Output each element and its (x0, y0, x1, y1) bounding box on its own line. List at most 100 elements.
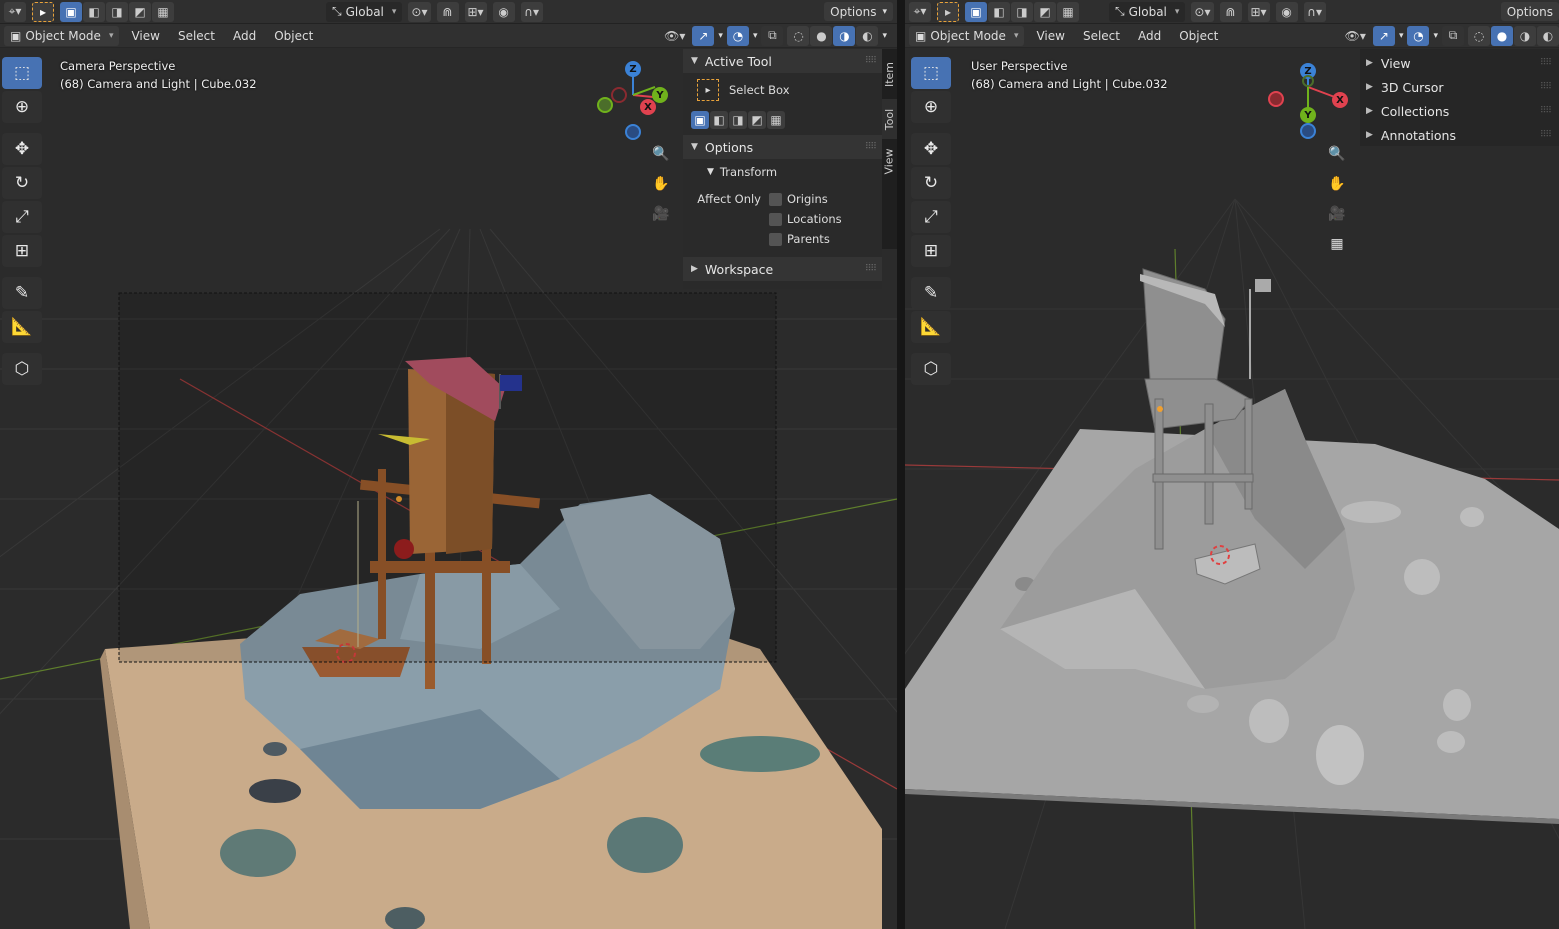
active-tool-panel-header[interactable]: ▼ Active Tool ⠿⠿ (683, 49, 882, 73)
checkbox-box[interactable] (769, 192, 782, 206)
gizmo-toggle-icon[interactable]: ↗ (692, 25, 715, 46)
gizmo-y-icon[interactable]: Y (1300, 107, 1316, 123)
gizmo-x-icon[interactable]: X (1332, 92, 1348, 108)
transform-icon[interactable]: ⊞ (911, 235, 951, 267)
mode-dropdown[interactable]: ▣ Object Mode ▾ (4, 25, 120, 46)
rotate-icon[interactable]: ↻ (2, 167, 42, 199)
checkbox-box[interactable] (769, 212, 782, 226)
snap-target-icon[interactable]: ⊞▾ (1247, 1, 1270, 22)
drag-grip-icon[interactable]: ⠿⠿ (865, 56, 877, 66)
drag-grip-icon[interactable]: ⠿⠿ (1540, 58, 1552, 68)
right-viewport-canvas[interactable]: User Perspective (68) Camera and Light |… (905, 49, 1559, 929)
menu-view[interactable]: View (125, 29, 165, 43)
snap-icon[interactable]: ⋒ (1219, 1, 1242, 22)
gizmo-neg-y-icon[interactable] (1302, 75, 1314, 87)
options-dropdown[interactable]: Options ▾ (824, 2, 893, 21)
zoom-icon[interactable]: 🔍 (1324, 141, 1350, 167)
origins-checkbox[interactable]: Origins (769, 189, 842, 209)
navigation-gizmo[interactable]: Z X Y (595, 59, 675, 140)
snap-target-icon[interactable]: ⊞▾ (464, 1, 487, 22)
rotate-icon[interactable]: ↻ (911, 167, 951, 199)
cursor-icon[interactable]: ⊕ (911, 91, 951, 123)
material-shading-icon[interactable]: ◑ (1514, 25, 1536, 46)
xray-toggle-icon[interactable]: ⧉ (1442, 25, 1464, 46)
drag-grip-icon[interactable]: ⠿⠿ (865, 264, 877, 274)
transform-orientation-dropdown[interactable]: ⤡ Global ▾ (326, 1, 403, 22)
options-panel-header[interactable]: ▼ Options ⠿⠿ (683, 135, 882, 159)
area-divider[interactable] (897, 0, 905, 929)
select-box-icon[interactable]: ⬚ (911, 57, 951, 89)
gizmo-x-icon[interactable]: X (640, 99, 656, 115)
select-tool-button[interactable]: ▸ (32, 1, 54, 22)
editor-type-icon[interactable]: ⌖▾ (4, 1, 26, 22)
gizmo-neg-z-icon[interactable] (1300, 123, 1316, 139)
proportional-edit-icon[interactable]: ◉ (1275, 1, 1298, 22)
overlay-toggle-icon[interactable]: ◔ (726, 25, 749, 46)
tab-tool[interactable]: Tool (882, 99, 897, 139)
gizmo-neg-y-icon[interactable] (597, 97, 613, 113)
scale-icon[interactable]: ⤢ (2, 201, 42, 233)
select-intersect-icon[interactable]: ▦ (152, 1, 174, 22)
annotate-icon[interactable]: ✎ (2, 277, 42, 309)
transform-icon[interactable]: ⊞ (2, 235, 42, 267)
select-subtract-icon[interactable]: ◨ (1011, 1, 1033, 22)
add-cube-icon[interactable]: ⬡ (911, 353, 951, 385)
move-icon[interactable]: ✥ (911, 133, 951, 165)
cursor-icon[interactable]: ⊕ (2, 91, 42, 123)
select-box-icon[interactable]: ⬚ (2, 57, 42, 89)
panel-view[interactable]: ▶ View ⠿⠿ (1360, 51, 1559, 75)
tab-item[interactable]: Item (882, 53, 897, 95)
snap-icon[interactable]: ⋒ (436, 1, 459, 22)
overlay-toggle-icon[interactable]: ◔ (1407, 25, 1430, 46)
pivot-point-icon[interactable]: ⊙▾ (1191, 1, 1214, 22)
scale-icon[interactable]: ⤢ (911, 201, 951, 233)
options-dropdown[interactable]: Options (1500, 2, 1559, 21)
transform-orientation-dropdown[interactable]: ⤡ Global ▾ (1109, 1, 1186, 22)
menu-select[interactable]: Select (172, 29, 221, 43)
drag-grip-icon[interactable]: ⠿⠿ (865, 142, 877, 152)
select-extend-icon[interactable]: ◧ (988, 1, 1010, 22)
rendered-shading-icon[interactable]: ◐ (856, 25, 879, 46)
left-3d-viewport[interactable]: ⌖▾ ▸ ▣ ◧ ◨ ◩ ▦ ⤡ Global ▾ ⊙▾ ⋒ ⊞▾ ◉ ∩▾ Opt… (0, 0, 897, 929)
annotate-icon[interactable]: ✎ (911, 277, 951, 309)
locations-checkbox[interactable]: Locations (769, 209, 842, 229)
select-tool-button[interactable]: ▸ (937, 1, 959, 22)
menu-select[interactable]: Select (1077, 29, 1126, 43)
rendered-shading-icon[interactable]: ◐ (1537, 25, 1559, 46)
editor-type-icon[interactable]: ⌖▾ (909, 1, 931, 22)
menu-add[interactable]: Add (227, 29, 262, 43)
mode-set-icon[interactable]: ▣ (691, 111, 709, 129)
select-new-icon[interactable]: ▣ (965, 1, 987, 22)
gizmo-z-icon[interactable]: Z (625, 61, 641, 77)
navigation-gizmo[interactable]: Z X Y (1268, 61, 1348, 141)
panel-collections[interactable]: ▶ Collections ⠿⠿ (1360, 99, 1559, 123)
drag-grip-icon[interactable]: ⠿⠿ (1540, 82, 1552, 92)
camera-view-icon[interactable]: 🎥 (648, 201, 674, 227)
pan-hand-icon[interactable]: ✋ (648, 171, 674, 197)
parents-checkbox[interactable]: Parents (769, 229, 842, 249)
wireframe-shading-icon[interactable]: ◌ (787, 25, 810, 46)
pan-hand-icon[interactable]: ✋ (1324, 171, 1350, 197)
menu-view[interactable]: View (1030, 29, 1070, 43)
menu-add[interactable]: Add (1132, 29, 1167, 43)
menu-object[interactable]: Object (1173, 29, 1224, 43)
visibility-eye-icon[interactable]: 👁▾ (1342, 26, 1369, 46)
add-cube-icon[interactable]: ⬡ (2, 353, 42, 385)
gizmo-y-icon[interactable]: Y (652, 87, 668, 103)
measure-icon[interactable]: 📐 (2, 311, 42, 343)
measure-icon[interactable]: 📐 (911, 311, 951, 343)
move-icon[interactable]: ✥ (2, 133, 42, 165)
visibility-eye-icon[interactable]: 👁▾ (661, 26, 688, 46)
select-invert-icon[interactable]: ◩ (129, 1, 151, 22)
transform-subpanel-header[interactable]: ▼ Transform (683, 161, 882, 183)
gizmo-neg-x-icon[interactable] (611, 87, 627, 103)
wireframe-shading-icon[interactable]: ◌ (1468, 25, 1490, 46)
menu-object[interactable]: Object (268, 29, 319, 43)
panel-annotations[interactable]: ▶ Annotations ⠿⠿ (1360, 123, 1559, 147)
select-subtract-icon[interactable]: ◨ (106, 1, 128, 22)
pivot-point-icon[interactable]: ⊙▾ (408, 1, 431, 22)
mode-subtract-icon[interactable]: ◨ (729, 111, 747, 129)
gizmo-neg-z-icon[interactable] (625, 124, 641, 140)
mode-difference-icon[interactable]: ◩ (748, 111, 766, 129)
material-shading-icon[interactable]: ◑ (833, 25, 856, 46)
